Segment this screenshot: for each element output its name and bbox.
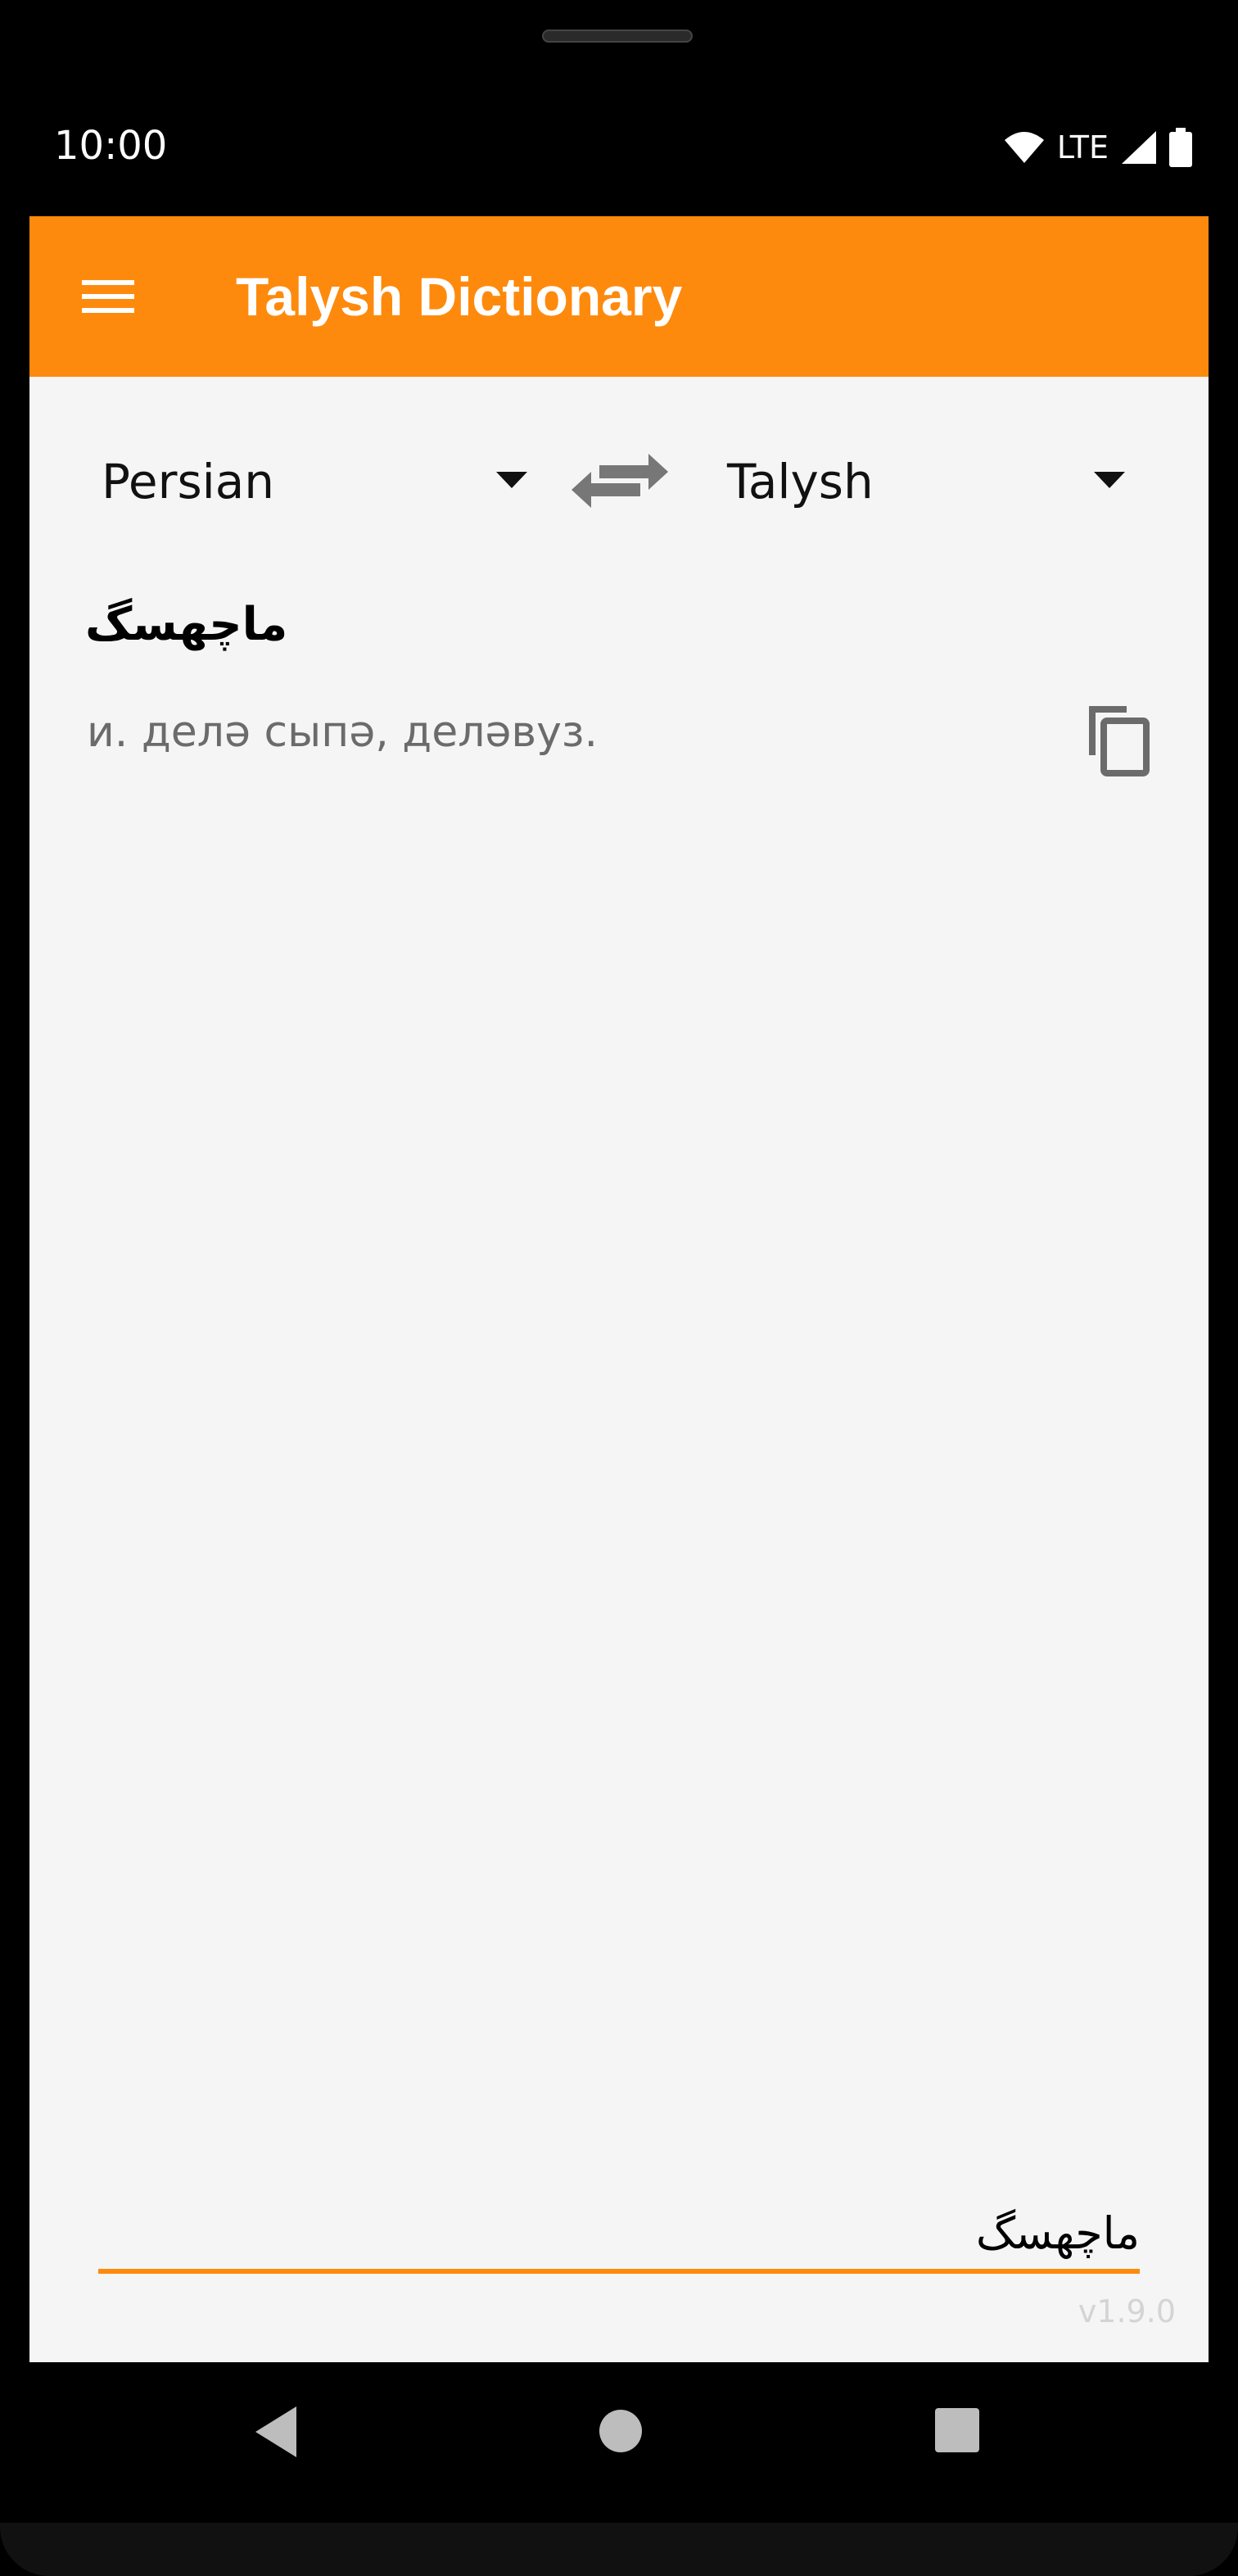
device-frame: 10:00 LTE Talysh Dictionary Persian Taly… — [0, 0, 1238, 2576]
navigation-bar — [0, 2362, 1238, 2503]
recents-icon[interactable] — [935, 2408, 979, 2452]
hamburger-menu-icon[interactable] — [79, 267, 138, 326]
swap-arrows-icon — [572, 454, 668, 508]
search-underline — [98, 2269, 1140, 2274]
status-time: 10:00 — [54, 123, 168, 169]
chevron-down-icon — [1094, 472, 1125, 488]
speaker-grille — [542, 29, 693, 43]
app-screen: Talysh Dictionary Persian Talysh ماچهسگ … — [29, 216, 1209, 2362]
app-title: Talysh Dictionary — [236, 266, 683, 327]
copy-button[interactable] — [1078, 698, 1159, 780]
device-bottom-edge — [0, 2523, 1238, 2576]
wifi-icon — [1004, 132, 1044, 163]
home-icon[interactable] — [598, 2408, 644, 2454]
search-field[interactable] — [98, 2198, 1140, 2274]
signal-icon — [1122, 131, 1156, 164]
back-icon[interactable] — [254, 2405, 298, 2459]
status-bar: 10:00 LTE — [29, 98, 1209, 197]
status-icons: LTE — [1003, 124, 1192, 170]
to-language-label: Talysh — [727, 454, 874, 509]
lte-label: LTE — [1056, 129, 1109, 165]
result-translation: и. делә сыпә, деләвуз. — [87, 708, 599, 757]
swap-languages-button[interactable] — [567, 436, 673, 526]
copy-icon — [1089, 706, 1150, 776]
app-bar: Talysh Dictionary — [29, 216, 1209, 377]
chevron-down-icon — [496, 472, 527, 488]
battery-icon — [1169, 128, 1192, 167]
search-input[interactable] — [98, 2198, 1140, 2267]
to-language-dropdown[interactable]: Talysh — [727, 437, 1169, 527]
result-word: ماچهسگ — [85, 598, 288, 651]
from-language-dropdown[interactable]: Persian — [102, 437, 544, 527]
version-label: v1.9.0 — [1078, 2293, 1176, 2329]
from-language-label: Persian — [102, 454, 275, 509]
